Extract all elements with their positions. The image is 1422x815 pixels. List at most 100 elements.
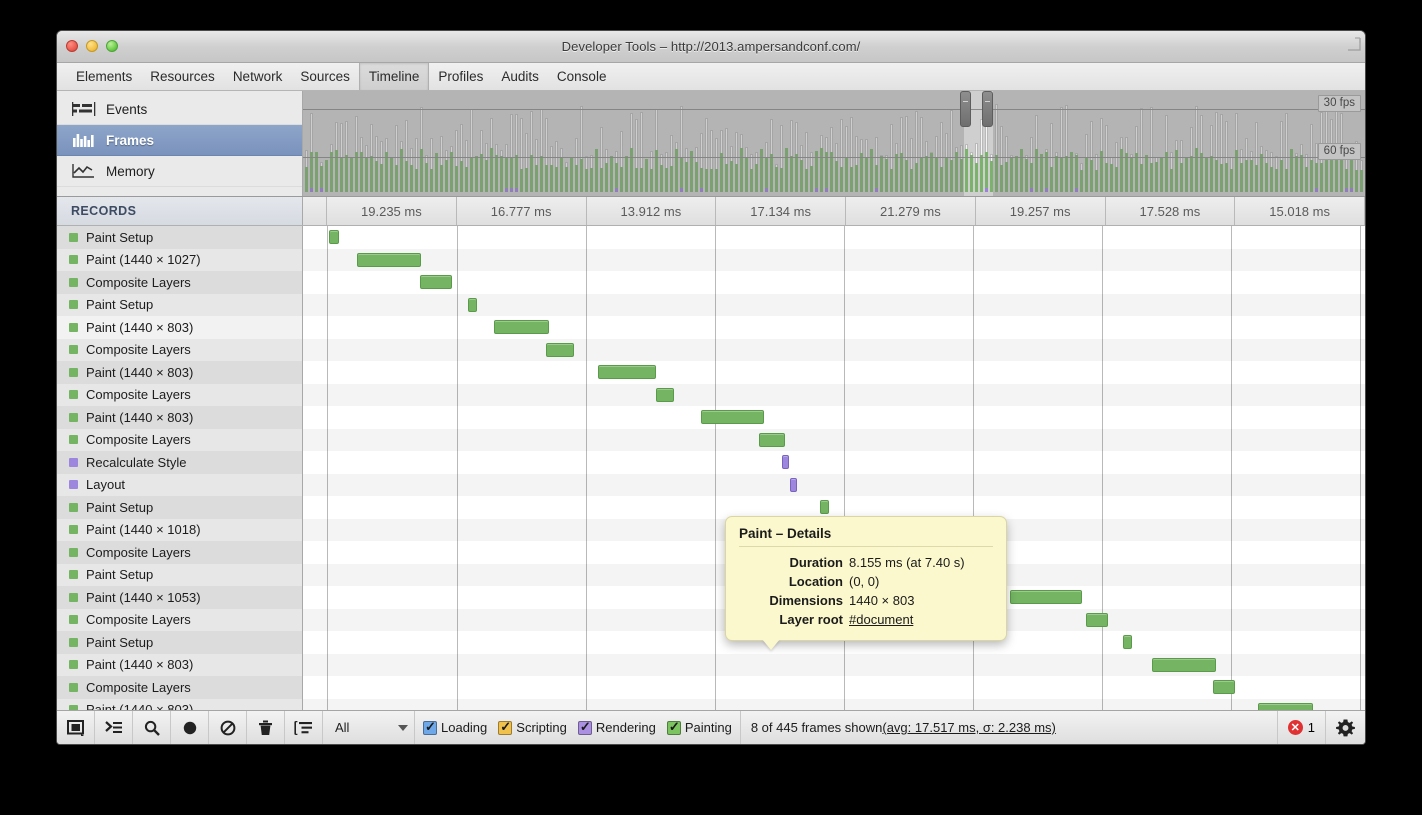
record-list-item[interactable]: Composite Layers: [57, 541, 302, 564]
timeline-row[interactable]: [303, 653, 1365, 676]
view-mode-button[interactable]: [285, 711, 323, 744]
record-list-item[interactable]: Paint (1440 × 803): [57, 698, 302, 710]
timeline-row[interactable]: [303, 383, 1365, 406]
timeline-bar[interactable]: [1258, 702, 1313, 710]
record-list-item[interactable]: Paint (1440 × 803): [57, 316, 302, 339]
checkbox-icon[interactable]: [577, 719, 592, 735]
record-list-item[interactable]: Composite Layers: [57, 271, 302, 294]
zoom-button[interactable]: [106, 40, 118, 52]
record-list-item[interactable]: Paint (1440 × 1053): [57, 586, 302, 609]
overview-right-grabber[interactable]: [982, 91, 993, 127]
frames-overview-graph[interactable]: 30 fps 60 fps: [303, 91, 1365, 196]
sidebar-item-frames[interactable]: Frames: [57, 125, 302, 156]
minimize-button[interactable]: [86, 40, 98, 52]
timeline-bar[interactable]: [357, 252, 421, 267]
tooltip-value: (0, 0): [849, 574, 880, 589]
record-list-item[interactable]: Paint (1440 × 803): [57, 406, 302, 429]
record-list-item[interactable]: Paint (1440 × 803): [57, 361, 302, 384]
record-button[interactable]: [171, 711, 209, 744]
timeline-bar[interactable]: [598, 365, 656, 379]
tab-elements[interactable]: Elements: [67, 63, 141, 90]
layer-root-link[interactable]: #document: [849, 612, 913, 627]
timeline-bar[interactable]: [820, 500, 829, 514]
tab-network[interactable]: Network: [224, 63, 292, 90]
tab-timeline[interactable]: Timeline: [358, 63, 430, 90]
console-drawer-button[interactable]: [95, 711, 133, 744]
record-list-item[interactable]: Composite Layers: [57, 608, 302, 631]
sidebar-item-events[interactable]: Events: [57, 94, 302, 125]
clear-button[interactable]: [209, 711, 247, 744]
timeline-bar[interactable]: [1213, 680, 1235, 694]
filter-checkbox-rendering[interactable]: Rendering: [577, 719, 656, 735]
checkbox-icon[interactable]: [423, 719, 437, 735]
timeline-row[interactable]: [303, 338, 1365, 361]
record-list-item[interactable]: Paint Setup: [57, 226, 302, 249]
tooltip-value[interactable]: #document: [849, 610, 993, 629]
garbage-collect-button[interactable]: [247, 711, 285, 744]
timeline-row[interactable]: [303, 361, 1365, 384]
timeline-row[interactable]: [303, 473, 1365, 496]
timeline-bar[interactable]: [656, 387, 674, 402]
timeline-row[interactable]: [303, 698, 1365, 710]
timeline-bar[interactable]: [494, 320, 549, 334]
timeline-bar[interactable]: [701, 410, 764, 424]
timeline-bar[interactable]: [759, 432, 785, 447]
record-list-item[interactable]: Paint (1440 × 1018): [57, 518, 302, 541]
record-list-item[interactable]: Paint Setup: [57, 631, 302, 654]
filter-checkbox-scripting[interactable]: Scripting: [498, 719, 567, 735]
filter-checkbox-painting[interactable]: Painting: [666, 719, 732, 735]
timeline-row[interactable]: [303, 226, 1365, 249]
timeline-bar[interactable]: [1086, 612, 1108, 627]
filter-select[interactable]: All: [323, 711, 415, 744]
tab-resources[interactable]: Resources: [141, 63, 224, 90]
record-list-item[interactable]: Layout: [57, 473, 302, 496]
tab-console[interactable]: Console: [548, 63, 616, 90]
search-button[interactable]: [133, 711, 171, 744]
timeline-row[interactable]: [303, 406, 1365, 429]
record-list-item[interactable]: Composite Layers: [57, 383, 302, 406]
tab-profiles[interactable]: Profiles: [429, 63, 492, 90]
record-list-item[interactable]: Composite Layers: [57, 676, 302, 699]
timeline-row[interactable]: [303, 451, 1365, 474]
settings-button[interactable]: [1325, 711, 1365, 744]
checkbox-icon[interactable]: [666, 719, 681, 735]
filter-checkbox-loading[interactable]: Loading: [423, 719, 487, 735]
record-list-item[interactable]: Paint Setup: [57, 496, 302, 519]
timeline-bar[interactable]: [468, 297, 477, 312]
record-list-item[interactable]: Paint (1440 × 803): [57, 653, 302, 676]
timeline-row[interactable]: [303, 293, 1365, 316]
dock-side-button[interactable]: [57, 711, 95, 744]
close-button[interactable]: [66, 40, 78, 52]
record-list-item[interactable]: Recalculate Style: [57, 451, 302, 474]
record-list-item[interactable]: Paint Setup: [57, 293, 302, 316]
timeline-bar[interactable]: [420, 275, 452, 289]
tab-sources[interactable]: Sources: [291, 63, 359, 90]
records-list[interactable]: Paint Setup Paint (1440 × 1027) Composite …: [57, 226, 303, 710]
record-list-item[interactable]: Paint Setup: [57, 563, 302, 586]
overview-left-grabber[interactable]: [960, 91, 971, 127]
timeline-row[interactable]: [303, 676, 1365, 699]
timeline-bar[interactable]: [790, 477, 797, 492]
sidebar-item-memory[interactable]: Memory: [57, 156, 302, 187]
timeline-bar[interactable]: [1123, 635, 1132, 649]
resize-corner-icon[interactable]: [1347, 37, 1361, 51]
timeline-bar[interactable]: [329, 230, 339, 244]
overview-bar-painting: [745, 157, 748, 192]
timeline-bar[interactable]: [1152, 657, 1216, 672]
timeline-row[interactable]: [303, 316, 1365, 339]
timeline-bar[interactable]: [782, 455, 789, 469]
timeline-row[interactable]: [303, 428, 1365, 451]
status-stats-link[interactable]: (avg: 17.517 ms, σ: 2.238 ms): [882, 720, 1056, 735]
record-list-item[interactable]: Paint (1440 × 1027): [57, 248, 302, 271]
record-list-item[interactable]: Composite Layers: [57, 338, 302, 361]
record-list-item[interactable]: Composite Layers: [57, 428, 302, 451]
trash-icon: [259, 720, 272, 735]
overview-bar-painting: [1260, 153, 1263, 192]
checkbox-icon[interactable]: [498, 719, 513, 735]
timeline-bar[interactable]: [1010, 590, 1082, 604]
error-badge[interactable]: ✕ 1: [1276, 711, 1325, 744]
timeline-row[interactable]: [303, 248, 1365, 271]
timeline-bar[interactable]: [546, 342, 574, 357]
timeline-row[interactable]: [303, 271, 1365, 294]
tab-audits[interactable]: Audits: [492, 63, 548, 90]
